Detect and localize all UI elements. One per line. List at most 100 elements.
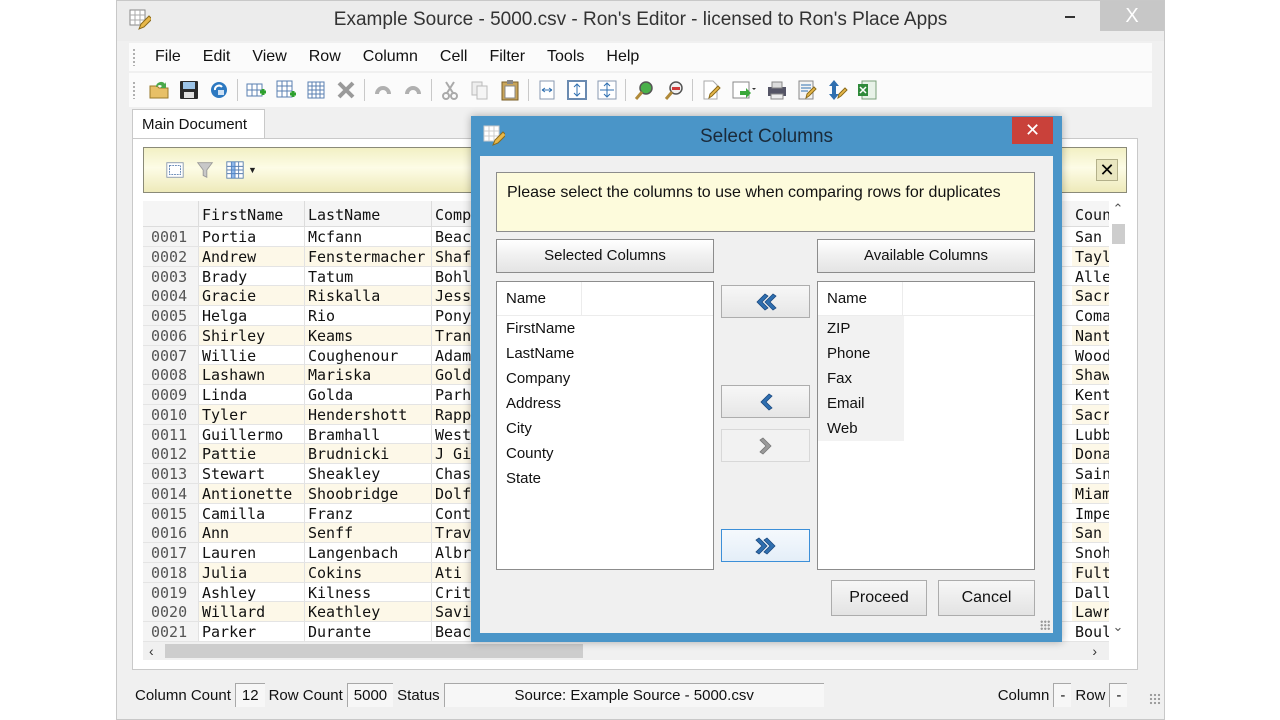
cell-lastname[interactable]: Durante: [305, 622, 432, 641]
cell-lastname[interactable]: Hendershott: [305, 404, 432, 424]
row-number[interactable]: 0015: [143, 503, 199, 523]
cell-firstname[interactable]: Willie: [199, 345, 305, 365]
menu-tools[interactable]: Tools: [536, 43, 595, 71]
cell-lastname[interactable]: Rio: [305, 306, 432, 325]
menu-column[interactable]: Column: [352, 43, 429, 71]
cell-lastname[interactable]: Riskalla: [305, 286, 432, 306]
cell-firstname[interactable]: Parker: [199, 622, 305, 641]
row-number[interactable]: 0013: [143, 464, 199, 483]
menu-grip[interactable]: [132, 48, 136, 66]
refresh-button[interactable]: [204, 76, 234, 104]
delete-button[interactable]: [331, 76, 361, 104]
undo-button[interactable]: [368, 76, 398, 104]
redo-button[interactable]: [398, 76, 428, 104]
minimize-button[interactable]: [1052, 1, 1088, 29]
add-button[interactable]: [721, 429, 810, 462]
menu-help[interactable]: Help: [595, 43, 650, 71]
cell-firstname[interactable]: Antionette: [199, 483, 305, 503]
cell-firstname[interactable]: Stewart: [199, 464, 305, 483]
cell-firstname[interactable]: Andrew: [199, 246, 305, 266]
cell-lastname[interactable]: Tatum: [305, 266, 432, 286]
filter-button[interactable]: [194, 159, 216, 181]
selected-column-item[interactable]: State: [497, 466, 713, 491]
cell-firstname[interactable]: Gracie: [199, 286, 305, 306]
cell-firstname[interactable]: Ann: [199, 523, 305, 543]
row-number[interactable]: 0010: [143, 404, 199, 424]
cell-lastname[interactable]: Fenstermacher: [305, 246, 432, 266]
cell-lastname[interactable]: Golda: [305, 385, 432, 404]
cancel-button[interactable]: Cancel: [938, 580, 1035, 616]
cut-button[interactable]: [435, 76, 465, 104]
row-number[interactable]: 0004: [143, 286, 199, 306]
available-columns-list[interactable]: Name ZIP Phone Fax Email Web: [817, 281, 1035, 570]
cell-lastname[interactable]: Senff: [305, 523, 432, 543]
row-number[interactable]: 0001: [143, 227, 199, 246]
columns-button[interactable]: [224, 159, 246, 181]
export-button[interactable]: [726, 76, 762, 104]
selected-column-item[interactable]: County: [497, 441, 713, 466]
proceed-button[interactable]: Proceed: [831, 580, 927, 616]
cell-lastname[interactable]: Shoobridge: [305, 483, 432, 503]
dialog-close-button[interactable]: ✕: [1012, 117, 1053, 144]
selected-columns-list[interactable]: Name FirstName LastName Company Address City…: [496, 281, 714, 570]
cell-firstname[interactable]: Pattie: [199, 444, 305, 464]
row-number[interactable]: 0008: [143, 365, 199, 385]
select-all-button[interactable]: [164, 159, 186, 181]
row-number[interactable]: 0006: [143, 325, 199, 345]
cell-firstname[interactable]: Portia: [199, 227, 305, 246]
available-column-item[interactable]: ZIP: [818, 316, 904, 341]
menu-row[interactable]: Row: [298, 43, 352, 71]
horizontal-scrollbar[interactable]: ‹ ›: [143, 642, 1109, 660]
row-number[interactable]: 0011: [143, 424, 199, 444]
available-list-header[interactable]: Name: [818, 282, 1034, 316]
copy-button[interactable]: [465, 76, 495, 104]
cell-lastname[interactable]: Cokins: [305, 562, 432, 582]
scroll-right-icon[interactable]: ›: [1092, 642, 1097, 660]
selected-column-item[interactable]: FirstName: [497, 316, 713, 341]
menu-cell[interactable]: Cell: [429, 43, 479, 71]
horizontal-scroll-thumb[interactable]: [165, 644, 583, 658]
cell-lastname[interactable]: Sheakley: [305, 464, 432, 483]
row-number[interactable]: 0003: [143, 266, 199, 286]
remove-button[interactable]: [721, 385, 810, 418]
available-columns-header[interactable]: Available Columns: [817, 239, 1035, 273]
row-number[interactable]: 0002: [143, 246, 199, 266]
cell-firstname[interactable]: Camilla: [199, 503, 305, 523]
sort-edit-button[interactable]: [822, 76, 852, 104]
remove-all-button[interactable]: [721, 285, 810, 318]
dialog-resize-grip[interactable]: [1040, 620, 1050, 630]
insert-row-button[interactable]: [241, 76, 271, 104]
row-number[interactable]: 0007: [143, 345, 199, 365]
row-number[interactable]: 0016: [143, 523, 199, 543]
cell-lastname[interactable]: Langenbach: [305, 543, 432, 562]
paste-button[interactable]: [495, 76, 525, 104]
zoom-in-button[interactable]: [629, 76, 659, 104]
selected-list-header[interactable]: Name: [497, 282, 713, 316]
print-button[interactable]: [762, 76, 792, 104]
row-number[interactable]: 0005: [143, 306, 199, 325]
cell-firstname[interactable]: Guillermo: [199, 424, 305, 444]
cell-firstname[interactable]: Tyler: [199, 404, 305, 424]
column-header-lastname[interactable]: LastName: [305, 201, 432, 227]
edit-document-button[interactable]: [696, 76, 726, 104]
close-toolbar-button[interactable]: ✕: [1096, 159, 1118, 181]
cell-lastname[interactable]: Keathley: [305, 602, 432, 622]
close-window-button[interactable]: X: [1100, 1, 1164, 31]
available-column-item[interactable]: Phone: [818, 341, 904, 366]
cell-firstname[interactable]: Lauren: [199, 543, 305, 562]
toolbar-grip[interactable]: [132, 81, 136, 99]
cell-lastname[interactable]: Mariska: [305, 365, 432, 385]
add-all-button[interactable]: [721, 529, 810, 562]
cell-firstname[interactable]: Brady: [199, 266, 305, 286]
vertical-scrollbar[interactable]: ⌃ ⌄: [1109, 201, 1127, 643]
row-number[interactable]: 0019: [143, 582, 199, 602]
zoom-out-button[interactable]: [659, 76, 689, 104]
row-number[interactable]: 0020: [143, 602, 199, 622]
available-column-item[interactable]: Fax: [818, 366, 904, 391]
row-number[interactable]: 0021: [143, 622, 199, 641]
selected-column-item[interactable]: Address: [497, 391, 713, 416]
edit-list-button[interactable]: [792, 76, 822, 104]
menu-view[interactable]: View: [241, 43, 297, 71]
vertical-scroll-thumb[interactable]: [1112, 224, 1125, 244]
scroll-down-icon[interactable]: ⌄: [1109, 619, 1127, 639]
